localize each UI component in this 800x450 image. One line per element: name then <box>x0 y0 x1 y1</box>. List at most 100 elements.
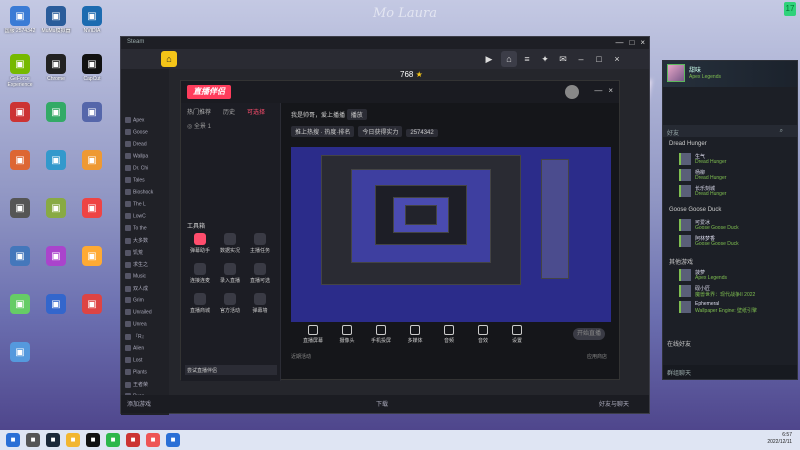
minimize-icon[interactable]: — <box>615 38 623 47</box>
stream-action[interactable]: 音频 <box>435 325 463 344</box>
downloads-button[interactable]: 下载 <box>376 399 388 408</box>
library-item[interactable]: Unrea <box>125 321 169 331</box>
desktop-icon[interactable]: ▣ <box>2 338 38 384</box>
library-item[interactable]: Music <box>125 273 169 283</box>
desktop-icon[interactable]: ▣ <box>38 146 74 192</box>
library-item[interactable]: Grim <box>125 297 169 307</box>
status-right[interactable]: 应用商店 <box>587 353 607 360</box>
library-item[interactable]: Dread <box>125 141 169 151</box>
library-item[interactable]: Unrailed <box>125 309 169 319</box>
desktop-icon[interactable]: ▣ NVIDIA <box>74 2 110 48</box>
library-item[interactable]: Dr. Chi <box>125 165 169 175</box>
app-icon[interactable]: ■ <box>166 433 180 447</box>
promo-banner[interactable]: 尝试直播伴侣 <box>185 365 277 375</box>
friend-group-header[interactable]: 其他游戏 <box>669 257 693 266</box>
avatar[interactable] <box>667 64 685 82</box>
category-pill[interactable]: 播放 <box>346 109 367 120</box>
library-item[interactable]: 『R』 <box>125 333 169 343</box>
library-item[interactable]: Plants <box>125 369 169 379</box>
tool-button[interactable]: 主播任务 <box>247 233 273 257</box>
stream-title[interactable]: 我是帅哥，爱上播播 <box>291 113 345 119</box>
tool-button[interactable]: 弹幕墙 <box>247 293 273 317</box>
close-icon[interactable]: × <box>609 51 625 67</box>
explorer-icon[interactable]: ■ <box>66 433 80 447</box>
list-icon[interactable]: ≡ <box>519 51 535 67</box>
friend-group-header[interactable]: Goose Goose Duck <box>669 207 721 213</box>
info-pill[interactable]: 推上热搜 · 热度·排名 <box>291 126 355 137</box>
tool-button[interactable]: 数据实况 <box>217 233 243 257</box>
tab-0[interactable]: 热门推荐 <box>187 107 211 116</box>
desktop-icon[interactable]: ▣ <box>38 194 74 240</box>
library-item[interactable]: LowC <box>125 213 169 223</box>
desktop-icon[interactable]: ▣ 国服 2574342 <box>2 2 38 48</box>
info-pill[interactable]: 2574342 <box>406 129 438 137</box>
library-item[interactable]: Alien <box>125 345 169 355</box>
minimize-icon[interactable]: — <box>594 86 602 95</box>
minimize-icon[interactable]: – <box>573 51 589 67</box>
stream-action[interactable]: 设置 <box>503 325 531 344</box>
library-item[interactable]: 饥荒 <box>125 249 169 259</box>
stream-action[interactable]: 摄像头 <box>333 325 361 344</box>
desktop-icon[interactable]: ▣ <box>74 194 110 240</box>
search-icon[interactable]: ■ <box>26 433 40 447</box>
play-icon[interactable]: ▶ <box>481 51 497 67</box>
wechat-icon[interactable]: ■ <box>106 433 120 447</box>
stream-action[interactable]: 音效 <box>469 325 497 344</box>
start-stream-button[interactable]: 开始直播 <box>573 328 605 340</box>
desktop-icon[interactable]: ▣ <box>74 290 110 336</box>
library-item[interactable]: Bioshock <box>125 189 169 199</box>
app-icon[interactable]: ■ <box>146 433 160 447</box>
close-icon[interactable]: × <box>608 86 613 95</box>
chat-icon[interactable]: ✉ <box>555 51 571 67</box>
library-item[interactable]: The L <box>125 201 169 211</box>
desktop-icon[interactable]: ▣ <box>38 290 74 336</box>
tool-button[interactable]: 录入直播 <box>217 263 243 287</box>
library-item[interactable]: 大多数 <box>125 237 169 247</box>
desktop-icon[interactable]: ▣ <box>2 194 38 240</box>
library-item[interactable]: Goose <box>125 129 169 139</box>
desktop-icon[interactable]: ▣ <box>74 242 110 288</box>
restore-icon[interactable]: □ <box>591 51 607 67</box>
group-chat-bar[interactable]: 群组聊天 <box>663 365 797 379</box>
stream-action[interactable]: 直播屏幕 <box>299 325 327 344</box>
desktop-icon[interactable]: ▣ <box>2 242 38 288</box>
friends-search-bar[interactable]: 好友 ⌕ <box>663 125 797 137</box>
avatar[interactable] <box>565 85 579 99</box>
friends-chat-button[interactable]: 好友与聊天 <box>599 399 629 408</box>
tool-button[interactable]: 弹幕助手 <box>187 233 213 257</box>
desktop-icon[interactable]: ▣ <box>38 242 74 288</box>
library-item[interactable]: 双人成 <box>125 285 169 295</box>
tab-1[interactable]: 历史 <box>223 107 235 116</box>
info-pill[interactable]: 今日获得实力 <box>358 126 403 137</box>
library-item[interactable]: Tales <box>125 177 169 187</box>
library-item[interactable]: Lost <box>125 357 169 367</box>
home-icon[interactable]: ⌂ <box>161 51 177 67</box>
gamepad-icon[interactable]: ✦ <box>537 51 553 67</box>
desktop-icon[interactable]: ▣ <box>74 98 110 144</box>
desktop-icon[interactable]: ▣ <box>2 146 38 192</box>
desktop-icon[interactable]: ▣ CapCut <box>74 50 110 96</box>
stream-action[interactable]: 手机投屏 <box>367 325 395 344</box>
online-friends-label[interactable]: 在线好友 <box>667 339 691 348</box>
desktop-icon[interactable]: ▣ <box>2 98 38 144</box>
library-item[interactable]: Wallpa <box>125 153 169 163</box>
library-item[interactable]: Apex <box>125 117 169 127</box>
library-item[interactable]: To the <box>125 225 169 235</box>
desktop-icon[interactable]: ▣ <box>38 98 74 144</box>
tool-button[interactable]: 连接连麦 <box>187 263 213 287</box>
desktop-icon[interactable]: ▣ <box>74 146 110 192</box>
system-clock[interactable]: 6:57 2022/12/11 <box>767 432 792 446</box>
library-item[interactable]: 求生之 <box>125 261 169 271</box>
app-icon[interactable]: ■ <box>126 433 140 447</box>
tool-button[interactable]: 直播商城 <box>187 293 213 317</box>
search-icon[interactable]: ⌕ <box>780 128 783 135</box>
add-game-button[interactable]: 添加游戏 <box>127 399 151 408</box>
steam-icon[interactable]: ■ <box>46 433 60 447</box>
library-item[interactable]: 王者荣 <box>125 381 169 391</box>
tool-button[interactable]: 官方活动 <box>217 293 243 317</box>
desktop-icon[interactable]: ▣ MuMu模拟器 <box>38 2 74 48</box>
desktop-icon[interactable]: ▣ Chrome <box>38 50 74 96</box>
start-icon[interactable]: ■ <box>6 433 20 447</box>
douyin-icon[interactable]: ■ <box>86 433 100 447</box>
desktop-icon[interactable]: ▣ GeForce Experience <box>2 50 38 96</box>
